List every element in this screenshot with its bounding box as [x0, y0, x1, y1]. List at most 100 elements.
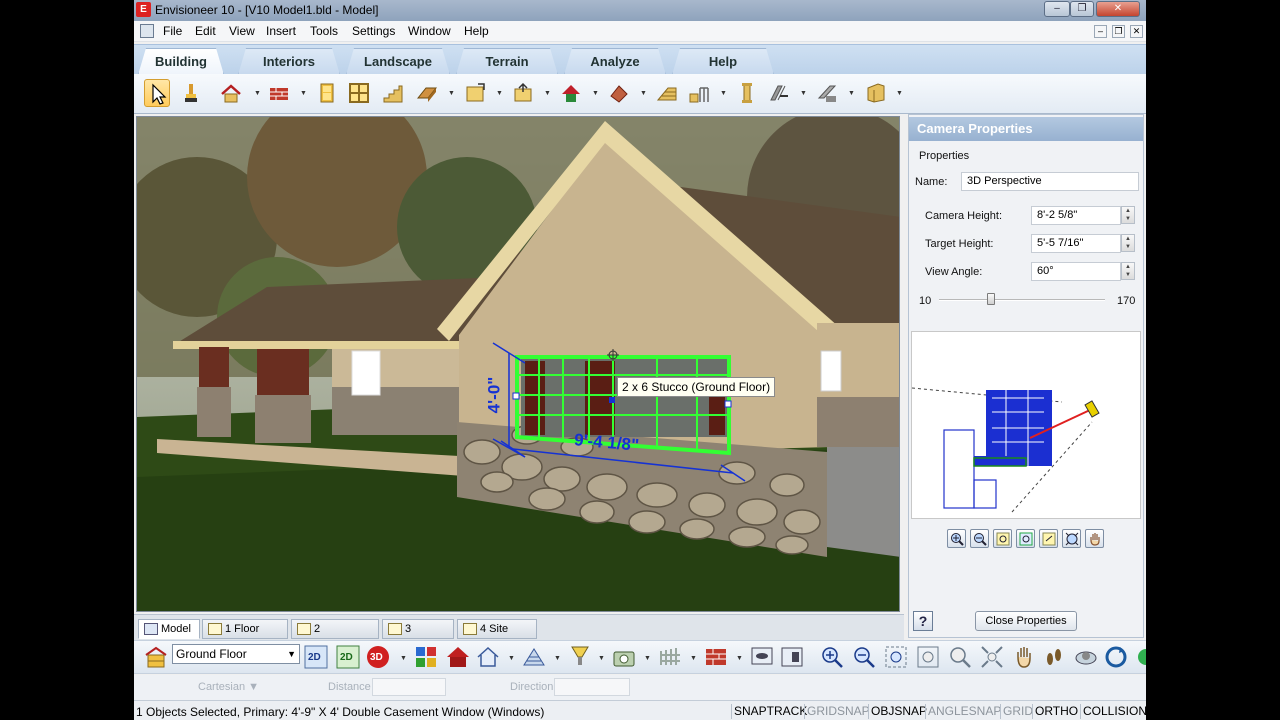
menu-settings[interactable]: Settings	[352, 24, 395, 38]
zoom-extents-button[interactable]	[1016, 529, 1035, 548]
menu-insert[interactable]: Insert	[266, 24, 296, 38]
menu-edit[interactable]: Edit	[195, 24, 216, 38]
orbit-button[interactable]	[1074, 645, 1100, 671]
camera-dropdown-arrow[interactable]: ▼	[644, 655, 651, 662]
tab-analyze[interactable]: Analyze	[564, 48, 666, 75]
camera-height-spinner[interactable]: ▲ ▼	[1121, 206, 1135, 224]
extra-view-button[interactable]	[1134, 645, 1146, 671]
help-button[interactable]: ?	[913, 611, 933, 631]
stairs-tool-button[interactable]	[380, 79, 406, 107]
deck-tool-button[interactable]	[654, 79, 680, 107]
tab-interiors[interactable]: Interiors	[238, 48, 340, 75]
mdi-minimize-button[interactable]: –	[1094, 25, 1107, 38]
cabinet-dropdown-arrow[interactable]: ▼	[896, 90, 903, 97]
menu-view[interactable]: View	[229, 24, 255, 38]
beam-tool-button[interactable]	[814, 79, 840, 107]
home-view-dropdown-arrow[interactable]: ▼	[508, 655, 515, 662]
wireframe-dropdown-arrow[interactable]: ▼	[554, 655, 561, 662]
restore-button[interactable]: ❐	[1070, 1, 1094, 17]
tab-landscape[interactable]: Landscape	[346, 48, 450, 75]
menu-file[interactable]: File	[163, 24, 182, 38]
view-tab-elevations[interactable]: 2 Elevations	[291, 619, 379, 653]
trim-dropdown-arrow[interactable]: ▼	[640, 90, 647, 97]
3d-view-button[interactable]: 3D	[366, 645, 392, 671]
ceiling-tool-button[interactable]	[510, 79, 536, 107]
zoom-in-view-button[interactable]	[820, 645, 846, 671]
door-tool-button[interactable]	[314, 79, 340, 107]
trim-tool-button[interactable]	[606, 79, 632, 107]
3d-view-dropdown-arrow[interactable]: ▼	[400, 655, 407, 662]
grid-toggle[interactable]: GRID	[1000, 704, 1035, 719]
3d-viewport[interactable]: 2 x 6 Stucco (Ground Floor) 9'-4 1/8" 4'…	[136, 116, 900, 612]
2d-view-button[interactable]: 2D	[304, 645, 330, 671]
gridsnap-toggle[interactable]: GRIDSNAP	[804, 704, 872, 719]
menu-help[interactable]: Help	[464, 24, 489, 38]
wall-dropdown-arrow[interactable]: ▼	[300, 90, 307, 97]
fence-dropdown-arrow[interactable]: ▼	[690, 655, 697, 662]
ortho-toggle[interactable]: ORTHO	[1032, 704, 1080, 719]
railing-dropdown-arrow[interactable]: ▼	[720, 90, 727, 97]
railing-tool-button[interactable]	[686, 79, 712, 107]
floor-select[interactable]: Ground Floor ▼	[172, 644, 300, 664]
close-properties-button[interactable]: Close Properties	[975, 611, 1077, 631]
materials-dropdown-arrow[interactable]: ▼	[736, 655, 743, 662]
anglesnap-toggle[interactable]: ANGLESNAP	[925, 704, 1003, 719]
cabinet-tool-button[interactable]	[862, 79, 888, 107]
menu-tools[interactable]: Tools	[310, 24, 338, 38]
roof-style-button[interactable]	[558, 79, 584, 107]
properties-view-button[interactable]	[780, 645, 806, 671]
select-tool-button[interactable]	[144, 79, 170, 107]
window-tool-button[interactable]	[346, 79, 372, 107]
view-tab-site-plan[interactable]: 4 Site Plan	[457, 619, 537, 653]
floor-tool-button[interactable]	[414, 79, 440, 107]
roof-dropdown-arrow[interactable]: ▼	[254, 90, 261, 97]
zoom-fit-view-button[interactable]	[980, 645, 1006, 671]
walkthrough-button[interactable]	[1042, 645, 1068, 671]
tab-building[interactable]: Building	[138, 48, 224, 75]
beam-dropdown-arrow[interactable]: ▼	[848, 90, 855, 97]
minimize-button[interactable]: –	[1044, 1, 1070, 17]
view-angle-slider[interactable]	[939, 299, 1105, 301]
lighting-button[interactable]	[568, 645, 594, 671]
zoom-out-view-button[interactable]	[852, 645, 878, 671]
house-3d-render[interactable]	[137, 117, 900, 612]
camera-name-field[interactable]: 3D Perspective	[961, 172, 1139, 191]
opening-tool-button[interactable]	[462, 79, 488, 107]
framing-tool-button[interactable]	[766, 79, 792, 107]
lighting-dropdown-arrow[interactable]: ▼	[598, 655, 605, 662]
tab-help[interactable]: Help	[672, 48, 774, 75]
zoom-extents-view-button[interactable]	[916, 645, 942, 671]
cartesian-dropdown[interactable]: Cartesian ▼	[198, 681, 259, 693]
wall-tool-button[interactable]	[266, 79, 292, 107]
2d-floor-button[interactable]: 2D	[336, 645, 362, 671]
pan-view-button[interactable]	[1012, 645, 1038, 671]
framing-dropdown-arrow[interactable]: ▼	[800, 90, 807, 97]
floor-dropdown-arrow[interactable]: ▼	[448, 90, 455, 97]
snaptrack-toggle[interactable]: SNAPTRACK	[731, 704, 809, 719]
pan-button[interactable]	[1085, 529, 1104, 548]
distance-input[interactable]	[372, 678, 446, 696]
view-tab-model[interactable]: Model	[138, 619, 200, 639]
zoom-window-button[interactable]	[993, 529, 1012, 548]
camera-height-field[interactable]: 8'-2 5/8"	[1031, 206, 1121, 225]
floor-manager-button[interactable]	[144, 645, 168, 669]
tab-terrain[interactable]: Terrain	[456, 48, 558, 75]
house-view-button[interactable]	[446, 645, 472, 671]
column-tool-button[interactable]	[734, 79, 760, 107]
zoom-in-button[interactable]	[947, 529, 966, 548]
zoom-window-view-button[interactable]	[884, 645, 910, 671]
document-icon[interactable]	[140, 24, 154, 38]
zoom-previous-view-button[interactable]	[948, 645, 974, 671]
roof-style-dropdown-arrow[interactable]: ▼	[592, 90, 599, 97]
opening-dropdown-arrow[interactable]: ▼	[496, 90, 503, 97]
roof-tool-button[interactable]	[218, 79, 244, 107]
view-angle-spinner[interactable]: ▲ ▼	[1121, 262, 1135, 280]
collision-toggle[interactable]: COLLISION	[1080, 704, 1146, 719]
home-view-button[interactable]	[476, 645, 502, 671]
zoom-previous-button[interactable]	[1039, 529, 1058, 548]
menu-window[interactable]: Window	[408, 24, 451, 38]
preview-button[interactable]	[750, 645, 776, 671]
ceiling-dropdown-arrow[interactable]: ▼	[544, 90, 551, 97]
target-height-spinner[interactable]: ▲ ▼	[1121, 234, 1135, 252]
wireframe-button[interactable]	[522, 645, 548, 671]
